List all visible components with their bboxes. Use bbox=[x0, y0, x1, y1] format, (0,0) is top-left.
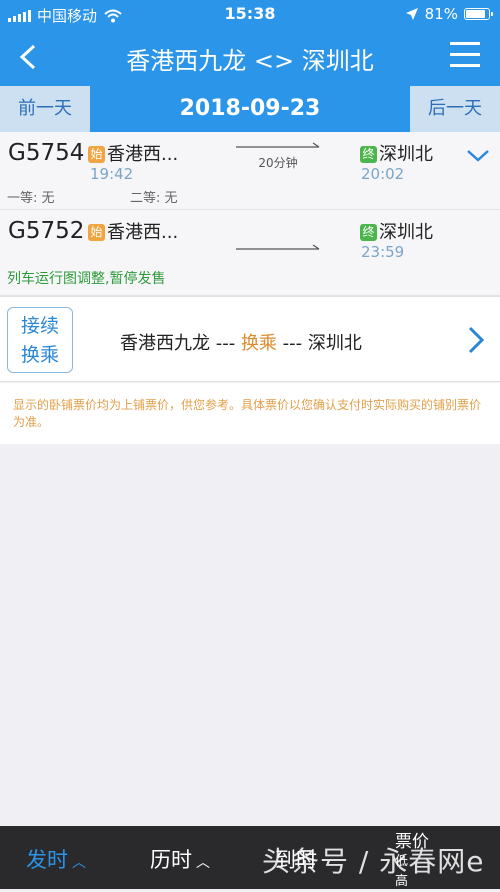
departure-station-name: 香港西... bbox=[107, 222, 179, 243]
watermark-text: 头条号 / 永春网e bbox=[262, 845, 485, 878]
sort-by-duration-tab[interactable]: 历时 ︿ bbox=[150, 844, 210, 874]
nav-bar: 香港西九龙 <> 深圳北 bbox=[0, 28, 500, 86]
end-badge: 终 bbox=[360, 146, 377, 163]
page-title: 香港西九龙 <> 深圳北 bbox=[126, 47, 374, 75]
sort-by-departure-label: 发时 bbox=[26, 848, 68, 872]
duration: 20分钟 bbox=[258, 156, 298, 170]
departure-time: 19:42 bbox=[90, 165, 134, 183]
location-icon bbox=[405, 7, 419, 21]
train-list: G5754 始香港西... 19:42 20分钟 终深圳北 20:02 一等: … bbox=[0, 132, 500, 296]
arrival-station: 终深圳北 bbox=[360, 140, 433, 166]
suspension-notice: 列车运行图调整,暂停发售 bbox=[7, 271, 166, 287]
next-day-button[interactable]: 后一天 bbox=[410, 86, 500, 132]
transfer-to: 深圳北 bbox=[307, 333, 362, 354]
arrival-station-name: 深圳北 bbox=[379, 222, 433, 243]
journey-arrow: 20分钟 bbox=[235, 140, 321, 170]
train-row[interactable]: G5754 始香港西... 19:42 20分钟 终深圳北 20:02 一等: … bbox=[0, 132, 500, 210]
transfer-card[interactable]: 接续 换乘 香港西九龙 --- 换乘 --- 深圳北 bbox=[0, 296, 500, 382]
transfer-tag-line2: 换乘 bbox=[20, 344, 59, 366]
train-row[interactable]: G5752 始香港西... 终深圳北 23:59 列车运行图调整,暂停发售 bbox=[0, 210, 500, 296]
train-code: G5754 bbox=[8, 140, 85, 166]
status-right: 81% bbox=[405, 5, 493, 23]
caret-up-icon: ︿ bbox=[72, 855, 86, 871]
arrival-time: 23:59 bbox=[361, 243, 405, 261]
arrow-icon bbox=[236, 244, 320, 250]
expand-chevron-icon[interactable] bbox=[466, 146, 490, 166]
sort-by-departure-tab[interactable]: 发时 ︿ bbox=[26, 844, 86, 874]
transfer-sep-2: --- bbox=[276, 333, 308, 354]
arrival-station-name: 深圳北 bbox=[379, 144, 433, 165]
departure-station: 始香港西... bbox=[88, 218, 178, 244]
transfer-tag-line1: 接续 bbox=[20, 315, 59, 337]
departure-station-name: 香港西... bbox=[107, 144, 179, 165]
chevron-right-icon[interactable] bbox=[466, 325, 486, 355]
transfer-mid: 换乘 bbox=[240, 333, 277, 354]
battery-icon bbox=[464, 8, 493, 20]
caret-up-icon: ︿ bbox=[196, 855, 210, 871]
second-class-seat: 二等: 无 bbox=[130, 191, 178, 206]
transfer-from: 香港西九龙 bbox=[120, 333, 210, 354]
arrival-time: 20:02 bbox=[361, 165, 405, 183]
date-bar: 前一天 2018-09-23 后一天 bbox=[0, 86, 500, 132]
menu-icon bbox=[450, 42, 480, 67]
train-code: G5752 bbox=[8, 218, 85, 244]
departure-station: 始香港西... bbox=[88, 140, 178, 166]
status-bar: 中国移动 15:38 81% bbox=[0, 0, 500, 28]
menu-button[interactable] bbox=[450, 42, 480, 72]
start-badge: 始 bbox=[88, 146, 105, 163]
first-class-seat: 一等: 无 bbox=[7, 191, 55, 206]
price-disclaimer: 显示的卧铺票价均为上铺票价，供您参考。具体票价以您确认支付时实际购买的铺别票价为… bbox=[0, 382, 500, 444]
arrow-icon bbox=[236, 142, 320, 148]
battery-percent: 81% bbox=[424, 5, 458, 23]
transfer-route: 香港西九龙 --- 换乘 --- 深圳北 bbox=[120, 329, 362, 355]
sort-by-duration-label: 历时 bbox=[150, 848, 192, 872]
transfer-tag: 接续 换乘 bbox=[7, 307, 73, 373]
arrival-station: 终深圳北 bbox=[360, 218, 433, 244]
start-badge: 始 bbox=[88, 224, 105, 241]
end-badge: 终 bbox=[360, 224, 377, 241]
journey-arrow bbox=[235, 218, 321, 250]
transfer-sep-1: --- bbox=[210, 333, 241, 354]
